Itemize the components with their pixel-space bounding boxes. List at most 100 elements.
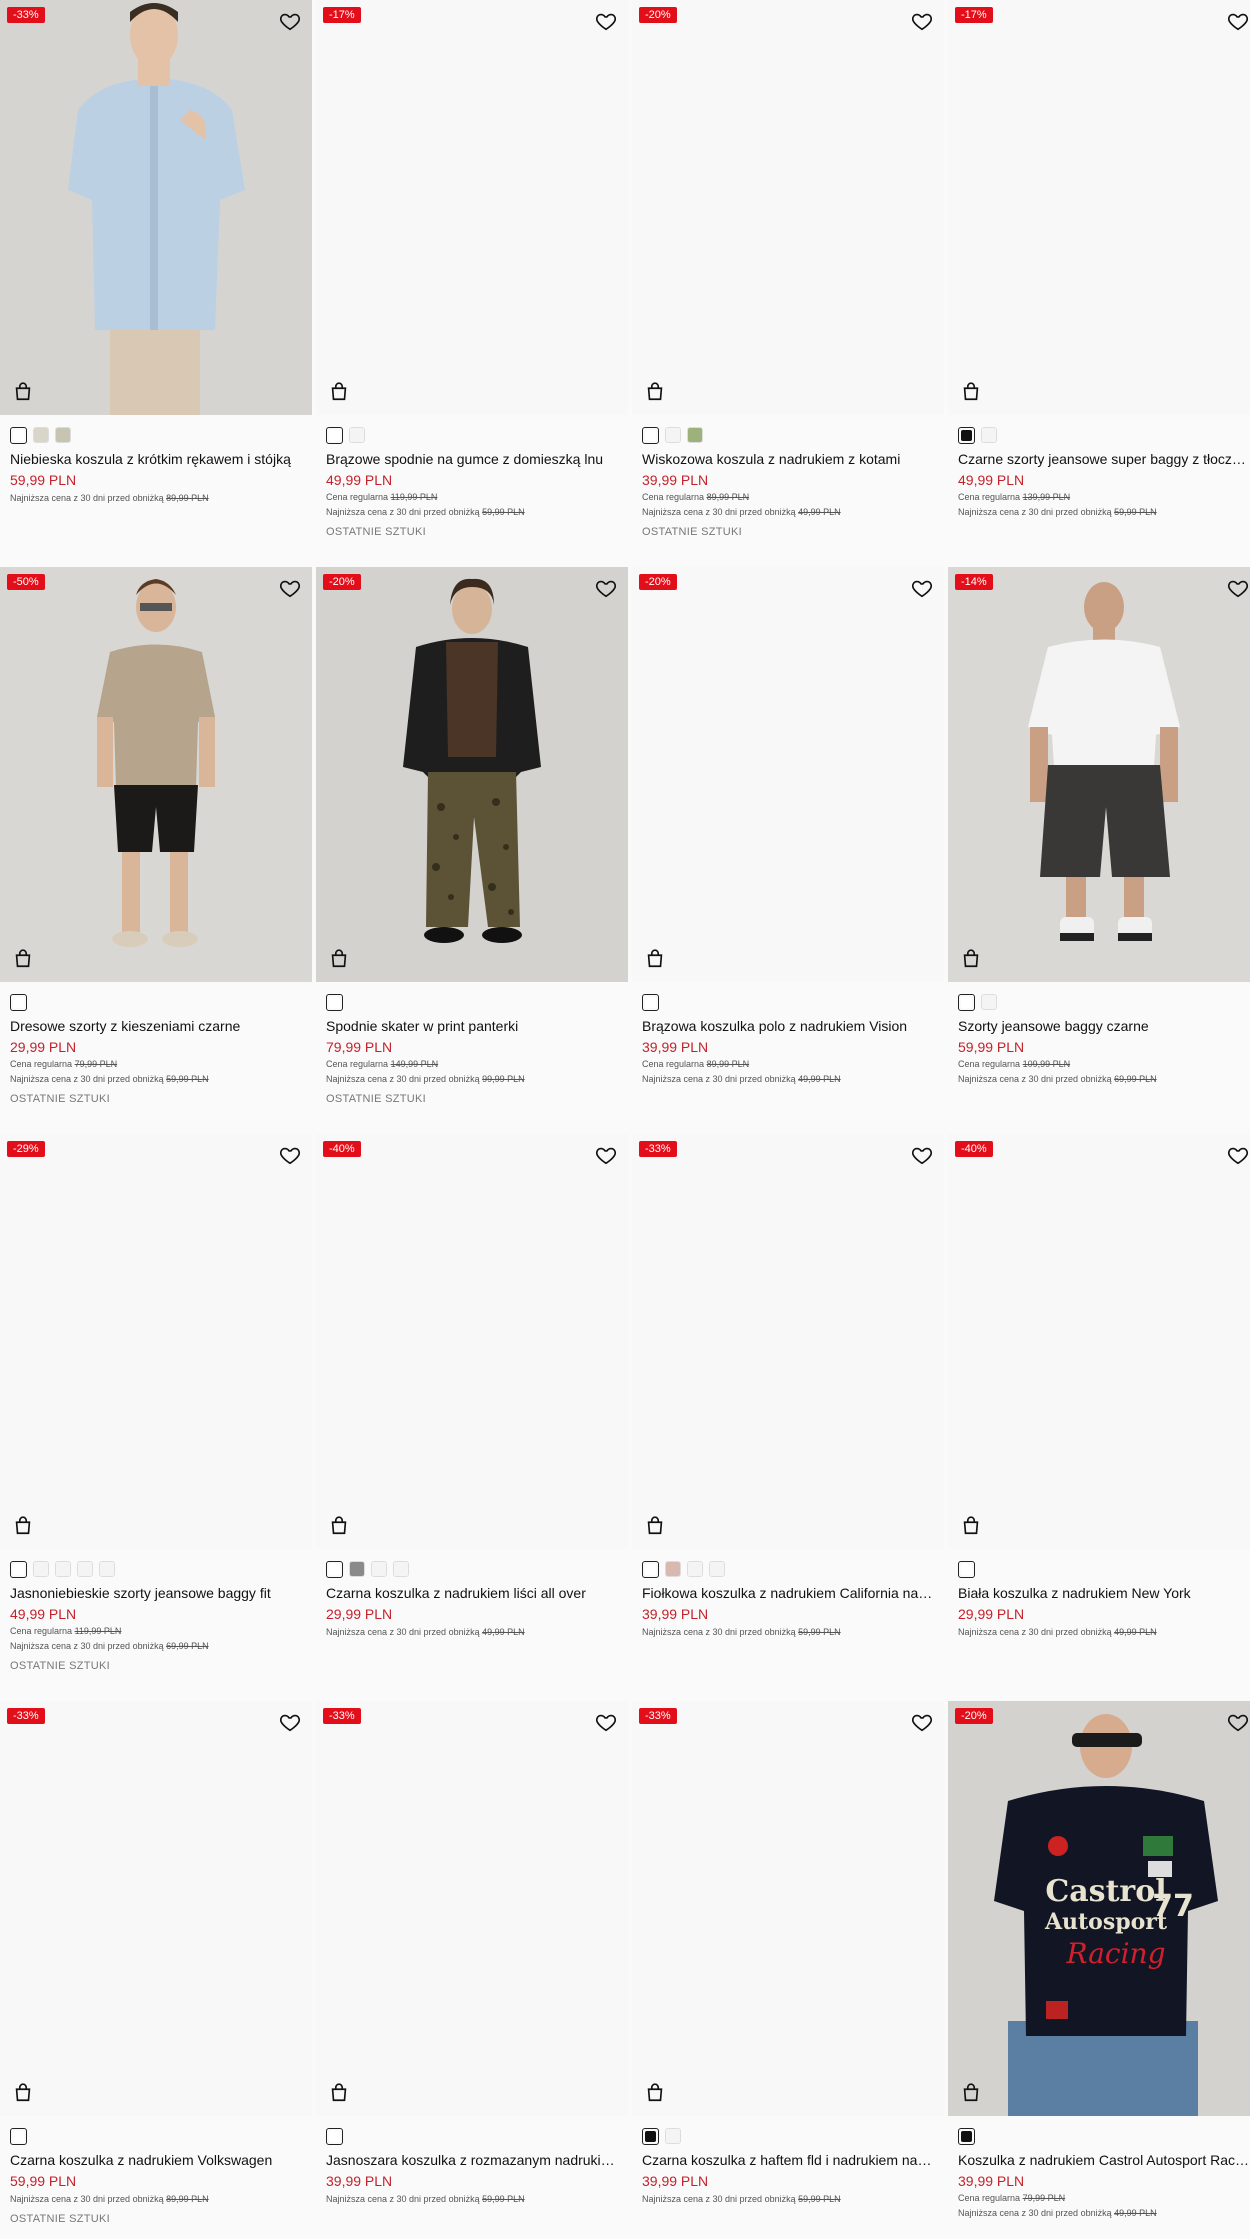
wishlist-heart-icon[interactable] — [279, 577, 301, 599]
color-swatch[interactable] — [326, 426, 343, 444]
product-image[interactable]: -20% — [316, 567, 628, 982]
product-card[interactable]: -17% Czarne szorty jeansowe super baggy z… — [948, 0, 1250, 518]
color-swatch[interactable] — [665, 427, 681, 443]
wishlist-heart-icon[interactable] — [595, 10, 617, 32]
product-name[interactable]: Jasnoszara koszulka z rozmazanym nadruki… — [316, 2146, 628, 2168]
color-swatch[interactable] — [55, 427, 71, 443]
product-card[interactable]: -20% Wiskozowa koszula z nadrukiem z kota… — [632, 0, 944, 538]
color-swatch[interactable] — [687, 1561, 703, 1577]
color-swatch[interactable] — [642, 1560, 659, 1578]
color-swatch[interactable] — [99, 1561, 115, 1577]
product-name[interactable]: Koszulka z nadrukiem Castrol Autosport R… — [948, 2146, 1250, 2168]
color-swatch[interactable] — [371, 1561, 387, 1577]
add-to-bag-icon[interactable] — [644, 946, 666, 970]
color-swatch[interactable] — [709, 1561, 725, 1577]
color-swatch[interactable] — [326, 993, 343, 1011]
product-name[interactable]: Brązowa koszulka polo z nadrukiem Vision — [632, 1012, 944, 1034]
product-image[interactable]: -33% — [316, 1701, 628, 2116]
wishlist-heart-icon[interactable] — [1227, 1144, 1249, 1166]
wishlist-heart-icon[interactable] — [911, 10, 933, 32]
product-image[interactable]: -14% — [948, 567, 1250, 982]
product-card[interactable]: -33% Niebieska koszula z krótkim rękawem … — [0, 0, 312, 504]
color-swatch[interactable] — [981, 427, 997, 443]
add-to-bag-icon[interactable] — [644, 2080, 666, 2104]
product-image[interactable]: -40% — [316, 1134, 628, 1549]
add-to-bag-icon[interactable] — [328, 1513, 350, 1537]
add-to-bag-icon[interactable] — [12, 379, 34, 403]
color-swatch[interactable] — [10, 1560, 27, 1578]
product-image[interactable]: -33% — [632, 1134, 944, 1549]
product-card[interactable]: -20% Spodnie skater w print panterki 79,99… — [316, 567, 628, 1105]
color-swatch[interactable] — [958, 426, 975, 444]
product-card[interactable]: -14% Szorty jeansowe baggy czarne 59,99 PL… — [948, 567, 1250, 1085]
product-name[interactable]: Spodnie skater w print panterki — [316, 1012, 628, 1034]
product-name[interactable]: Czarna koszulka z haftem fld i nadrukiem… — [632, 2146, 944, 2168]
product-image[interactable]: Castrol Autosport 77 Racing -20% — [948, 1701, 1250, 2116]
product-card[interactable]: -33% Jasnoszara koszulka z rozmazanym nad… — [316, 1701, 628, 2205]
add-to-bag-icon[interactable] — [960, 1513, 982, 1537]
wishlist-heart-icon[interactable] — [595, 1711, 617, 1733]
color-swatch[interactable] — [10, 993, 27, 1011]
wishlist-heart-icon[interactable] — [1227, 577, 1249, 599]
color-swatch[interactable] — [665, 1561, 681, 1577]
color-swatch[interactable] — [642, 426, 659, 444]
color-swatch[interactable] — [958, 1560, 975, 1578]
product-card[interactable]: -17% Brązowe spodnie na gumce z domieszką… — [316, 0, 628, 538]
product-card[interactable]: -50% Dresowe szorty z kieszeniami czarne 2… — [0, 567, 312, 1105]
product-image[interactable]: -17% — [948, 0, 1250, 415]
add-to-bag-icon[interactable] — [644, 379, 666, 403]
product-image[interactable]: -33% — [0, 0, 312, 415]
color-swatch[interactable] — [958, 993, 975, 1011]
add-to-bag-icon[interactable] — [960, 379, 982, 403]
wishlist-heart-icon[interactable] — [911, 1711, 933, 1733]
product-card[interactable]: -40% Biała koszulka z nadrukiem New York 2… — [948, 1134, 1250, 1638]
wishlist-heart-icon[interactable] — [595, 577, 617, 599]
color-swatch[interactable] — [349, 1561, 365, 1577]
add-to-bag-icon[interactable] — [960, 946, 982, 970]
color-swatch[interactable] — [326, 2127, 343, 2145]
add-to-bag-icon[interactable] — [12, 1513, 34, 1537]
product-name[interactable]: Brązowe spodnie na gumce z domieszką lnu — [316, 445, 628, 467]
add-to-bag-icon[interactable] — [328, 2080, 350, 2104]
color-swatch[interactable] — [55, 1561, 71, 1577]
color-swatch[interactable] — [958, 2127, 975, 2145]
wishlist-heart-icon[interactable] — [911, 1144, 933, 1166]
add-to-bag-icon[interactable] — [644, 1513, 666, 1537]
product-card[interactable]: -33% Czarna koszulka z haftem fld i nadru… — [632, 1701, 944, 2205]
product-name[interactable]: Niebieska koszula z krótkim rękawem i st… — [0, 445, 312, 467]
product-image[interactable]: -20% — [632, 0, 944, 415]
color-swatch[interactable] — [687, 427, 703, 443]
product-name[interactable]: Wiskozowa koszula z nadrukiem z kotami — [632, 445, 944, 467]
product-card[interactable]: -33% Fiołkowa koszulka z nadrukiem Califo… — [632, 1134, 944, 1638]
product-card[interactable]: -29% Jasnoniebieskie szorty jeansowe bagg… — [0, 1134, 312, 1672]
product-card[interactable]: -20% Brązowa koszulka polo z nadrukiem Vi… — [632, 567, 944, 1085]
color-swatch[interactable] — [33, 427, 49, 443]
wishlist-heart-icon[interactable] — [911, 577, 933, 599]
color-swatch[interactable] — [77, 1561, 93, 1577]
product-image[interactable]: -40% — [948, 1134, 1250, 1549]
product-card[interactable]: Castrol Autosport 77 Racing -20% Koszulka… — [948, 1701, 1250, 2219]
wishlist-heart-icon[interactable] — [1227, 1711, 1249, 1733]
add-to-bag-icon[interactable] — [12, 946, 34, 970]
product-card[interactable]: -33% Czarna koszulka z nadrukiem Volkswag… — [0, 1701, 312, 2225]
add-to-bag-icon[interactable] — [328, 946, 350, 970]
wishlist-heart-icon[interactable] — [279, 1144, 301, 1166]
product-image[interactable]: -50% — [0, 567, 312, 982]
color-swatch[interactable] — [326, 1560, 343, 1578]
wishlist-heart-icon[interactable] — [1227, 10, 1249, 32]
product-image[interactable]: -17% — [316, 0, 628, 415]
product-image[interactable]: -33% — [632, 1701, 944, 2116]
color-swatch[interactable] — [393, 1561, 409, 1577]
color-swatch[interactable] — [349, 427, 365, 443]
product-name[interactable]: Czarna koszulka z nadrukiem Volkswagen — [0, 2146, 312, 2168]
color-swatch[interactable] — [33, 1561, 49, 1577]
wishlist-heart-icon[interactable] — [279, 10, 301, 32]
color-swatch[interactable] — [10, 2127, 27, 2145]
product-name[interactable]: Fiołkowa koszulka z nadrukiem California… — [632, 1579, 944, 1601]
product-name[interactable]: Dresowe szorty z kieszeniami czarne — [0, 1012, 312, 1034]
add-to-bag-icon[interactable] — [12, 2080, 34, 2104]
add-to-bag-icon[interactable] — [328, 379, 350, 403]
product-name[interactable]: Jasnoniebieskie szorty jeansowe baggy fi… — [0, 1579, 312, 1601]
color-swatch[interactable] — [981, 994, 997, 1010]
product-name[interactable]: Szorty jeansowe baggy czarne — [948, 1012, 1250, 1034]
